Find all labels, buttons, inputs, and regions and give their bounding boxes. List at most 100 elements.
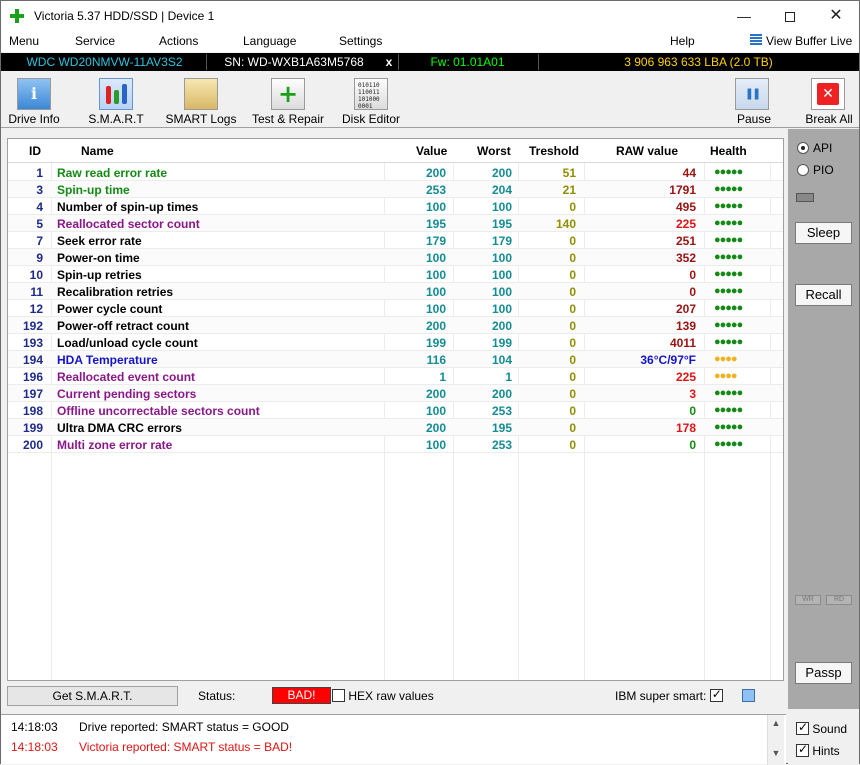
hints-checkbox[interactable]: Hints [796,742,840,758]
test-repair-button[interactable]: Test & Repair [247,72,329,128]
smart-attributes-table[interactable]: ID Name Value Worst Treshold RAW value H… [7,138,784,681]
window-title: Victoria 5.37 HDD/SSD | Device 1 [34,9,215,23]
header-threshold[interactable]: Treshold [529,144,579,158]
table-row[interactable]: 10 Spin-up retries 100 100 0 0 ●●●●● [8,266,783,283]
table-row[interactable]: 194 HDA Temperature 116 104 0 36°C/97°F ●●●● [8,351,783,368]
cell-health: ●●●●● [714,319,743,331]
table-row[interactable]: 9 Power-on time 100 100 0 352 ●●●●● [8,249,783,266]
scroll-up-icon[interactable]: ▲ [768,718,784,728]
cell-threshold: 0 [569,421,576,435]
table-row[interactable]: 5 Reallocated sector count 195 195 140 225 ●●●… [8,215,783,232]
menu-item-language[interactable]: Language [243,34,296,48]
table-row[interactable]: 196 Reallocated event count 1 1 0 225 ●●●● [8,368,783,385]
view-buffer-live-button[interactable]: View Buffer Live [750,34,852,48]
cell-worst: 179 [491,234,512,248]
menu-item-service[interactable]: Service [75,34,115,48]
pause-button[interactable]: Pause [727,72,781,128]
table-row[interactable]: 7 Seek error rate 179 179 0 251 ●●●●● [8,232,783,249]
api-radio[interactable]: API [797,141,832,155]
log-scrollbar[interactable]: ▲ ▼ [767,715,784,765]
cell-value: 200 [425,421,446,435]
drive-model[interactable]: WDC WD20NMVW-11AV3S2 [7,54,202,70]
cell-threshold: 0 [569,353,576,367]
log-line: 14:18:03 Drive reported: SMART status = G… [11,720,289,734]
disk-editor-button[interactable]: Disk Editor [337,72,405,128]
binary-document-icon [354,78,388,110]
api-radio-dot [797,142,809,154]
table-row[interactable]: 198 Offline uncorrectable sectors count 10… [8,402,783,419]
menu-item-menu[interactable]: Menu [9,34,39,48]
cell-threshold: 0 [569,370,576,384]
cell-raw-value: 0 [689,285,696,299]
smart-logs-button[interactable]: SMART Logs [163,72,239,128]
cell-value: 195 [425,217,446,231]
cell-threshold: 0 [569,319,576,333]
hex-raw-check-box [332,689,345,702]
cell-name: Number of spin-up times [57,200,199,214]
cell-worst: 195 [491,421,512,435]
cell-raw-value: 225 [675,370,696,384]
table-row[interactable]: 4 Number of spin-up times 100 100 0 495 ●●●●● [8,198,783,215]
table-row[interactable]: 200 Multi zone error rate 100 253 0 0 ●●●●● [8,436,783,453]
cell-threshold: 0 [569,302,576,316]
table-row[interactable]: 3 Spin-up time 253 204 21 1791 ●●●●● [8,181,783,198]
pio-radio[interactable]: PIO [797,163,834,177]
table-row[interactable]: 192 Power-off retract count 200 200 0 139 ●●●●… [8,317,783,334]
close-button[interactable]: ✕ [813,1,859,31]
cell-raw-value: 352 [675,251,696,265]
maximize-button[interactable] [767,1,813,31]
table-row[interactable]: 12 Power cycle count 100 100 0 207 ●●●●● [8,300,783,317]
log-panel[interactable]: 14:18:03 Drive reported: SMART status = G… [1,714,786,765]
scroll-down-icon[interactable]: ▼ [768,748,784,758]
smart-button[interactable]: S.M.A.R.T [83,72,149,128]
table-row[interactable]: 1 Raw read error rate 200 200 51 44 ●●●●● [8,164,783,181]
close-device-button[interactable]: x [382,54,396,70]
cell-name: HDA Temperature [57,353,158,367]
cell-raw-value: 495 [675,200,696,214]
menu-item-settings[interactable]: Settings [339,34,382,48]
cell-name: Seek error rate [57,234,142,248]
hex-raw-values-checkbox[interactable]: HEX raw values [332,689,434,703]
smart-logs-label: SMART Logs [165,112,237,126]
drive-info-button[interactable]: Drive Info [1,72,67,128]
cell-health: ●●●● [714,370,738,382]
disk-editor-label: Disk Editor [341,112,400,126]
passp-button[interactable]: Passp [795,662,852,684]
header-value[interactable]: Value [416,144,447,158]
sound-checkbox[interactable]: Sound [796,720,847,736]
pio-radio-dot [797,164,809,176]
table-row[interactable]: 199 Ultra DMA CRC errors 200 195 0 178 ●●●●● [8,419,783,436]
ibm-super-smart-checkbox[interactable]: IBM super smart: [615,687,723,703]
table-row[interactable]: 11 Recalibration retries 100 100 0 0 ●●●●● [8,283,783,300]
header-worst[interactable]: Worst [477,144,511,158]
minimize-button[interactable]: — [721,1,767,31]
cell-threshold: 51 [562,166,576,180]
break-all-button[interactable]: Break All [799,72,859,128]
get-smart-button[interactable]: Get S.M.A.R.T. [7,686,178,706]
header-raw-value[interactable]: RAW value [616,144,678,158]
ibm-color-swatch[interactable] [742,689,755,702]
header-health[interactable]: Health [710,144,747,158]
view-buffer-live-label: View Buffer Live [766,34,853,48]
cell-value: 200 [425,166,446,180]
title-bar: Victoria 5.37 HDD/SSD | Device 1 — ✕ [1,1,859,31]
cell-threshold: 21 [562,183,576,197]
menu-item-actions[interactable]: Actions [159,34,198,48]
victoria-plus-icon [10,9,24,23]
table-row[interactable]: 193 Load/unload cycle count 199 199 0 4011 ●●●… [8,334,783,351]
cell-health: ●●●●● [714,234,743,246]
sleep-button[interactable]: Sleep [795,222,852,244]
cell-value: 200 [425,387,446,401]
test-tubes-icon [99,78,133,110]
table-row[interactable]: 197 Current pending sectors 200 200 0 3 ●●●●● [8,385,783,402]
cell-id: 198 [22,404,43,418]
maximize-icon [785,12,795,23]
menu-item-help[interactable]: Help [670,34,695,48]
header-id[interactable]: ID [29,144,41,158]
recall-button[interactable]: Recall [795,284,852,306]
cell-worst: 100 [491,285,512,299]
header-name[interactable]: Name [81,144,114,158]
cell-raw-value: 0 [689,268,696,282]
drive-info-label: Drive Info [8,112,60,126]
cell-health: ●●●●● [714,217,743,229]
